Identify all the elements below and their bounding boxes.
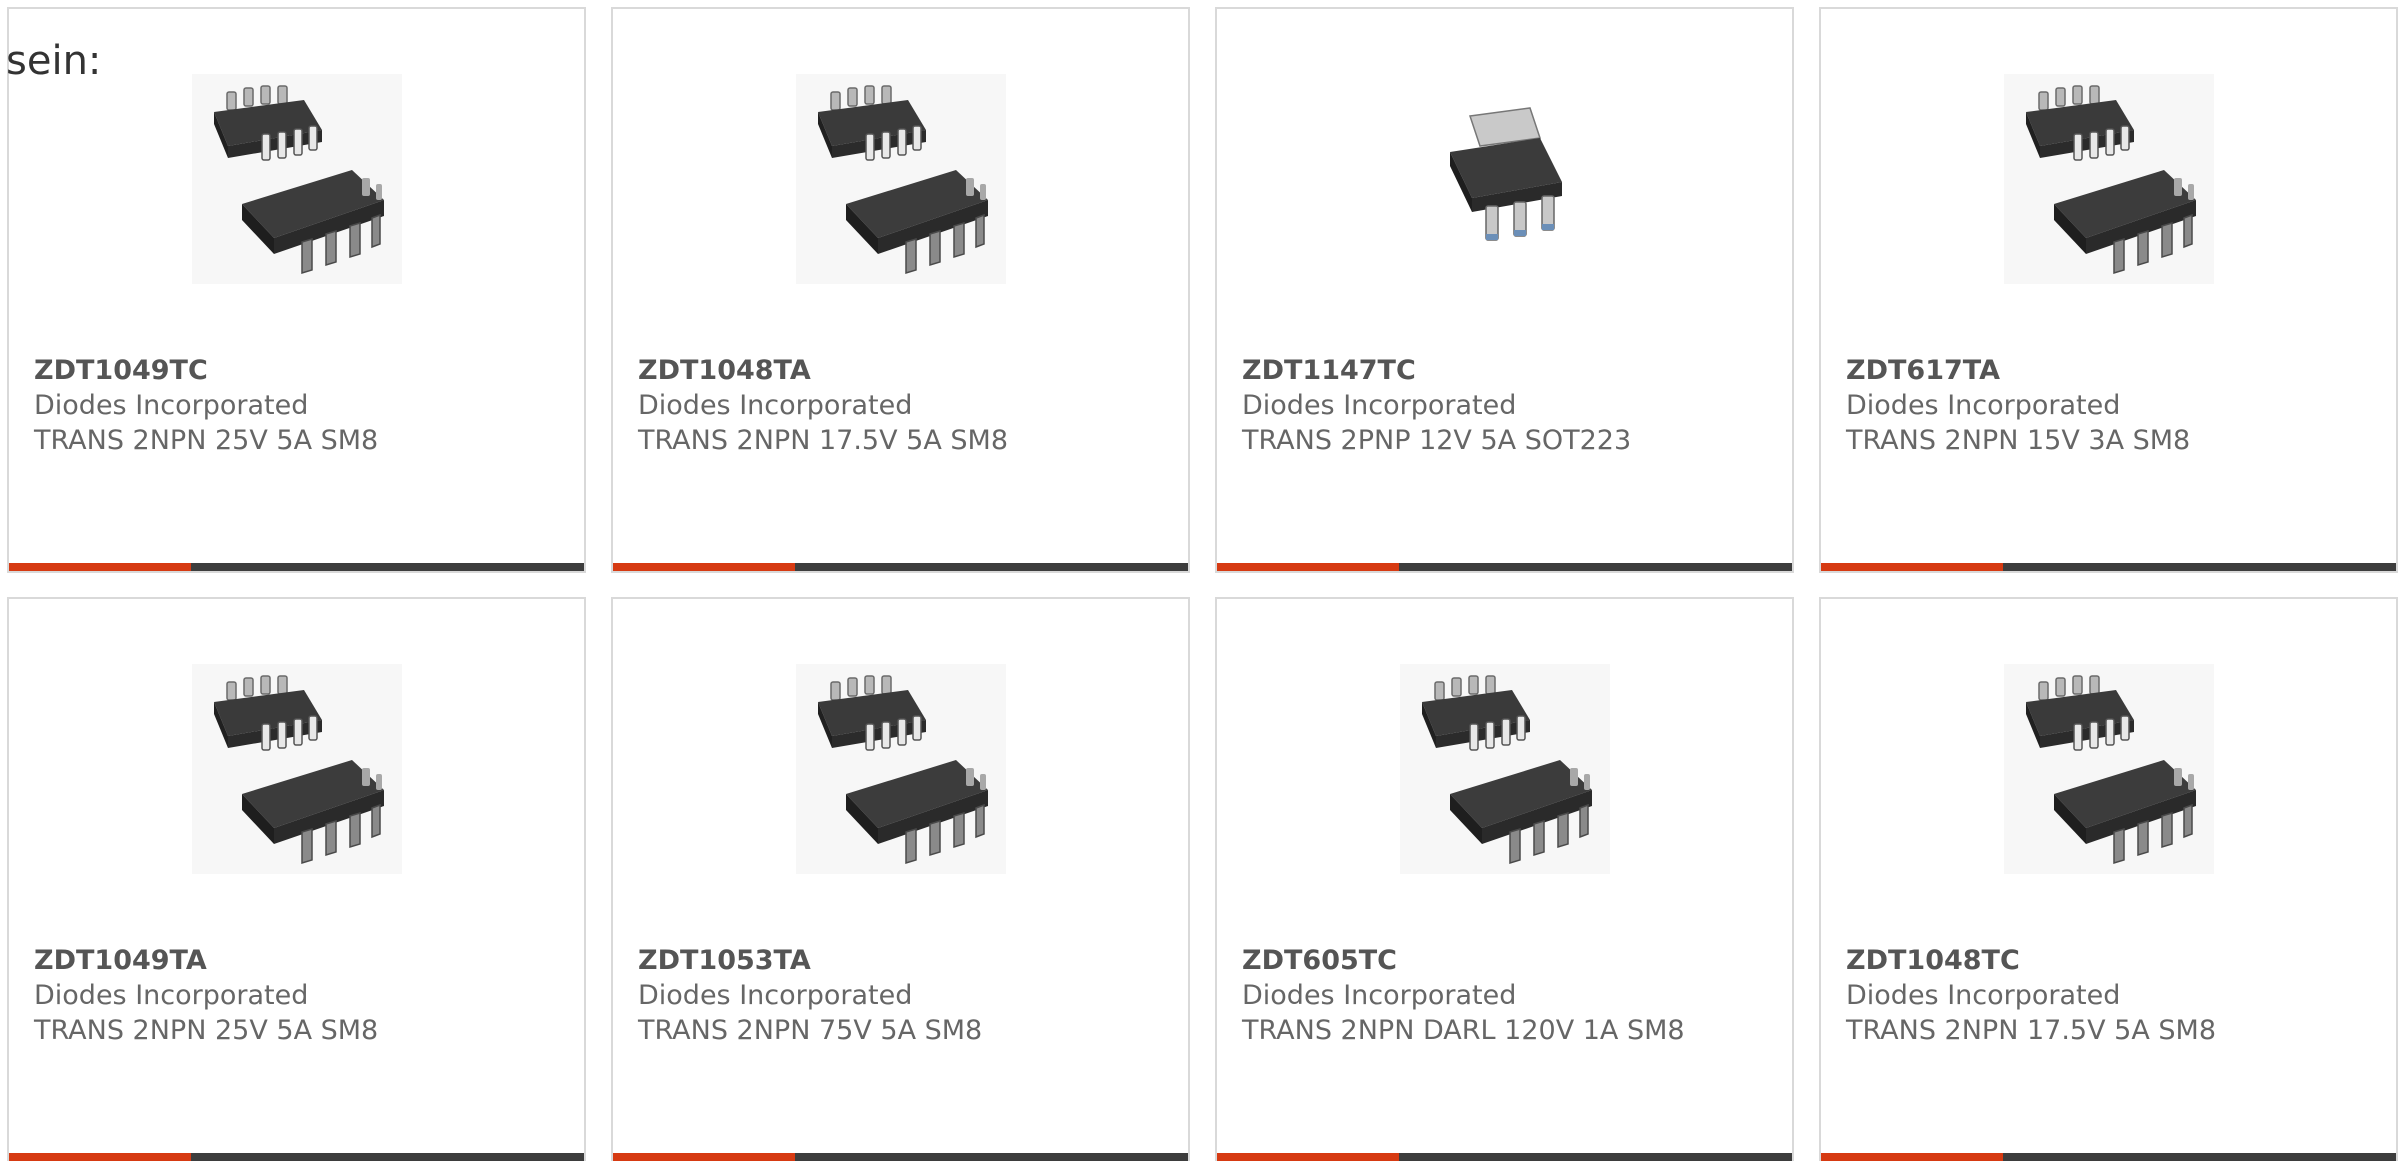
card-bar-accent [613, 1153, 795, 1161]
product-image[interactable] [613, 659, 1188, 879]
sm8-chip-icon [795, 74, 1006, 284]
sm8-chip-icon [191, 74, 402, 284]
product-description: TRANS 2PNP 12V 5A SOT223 [1242, 425, 1632, 456]
card-bottom-bar [1821, 1153, 2396, 1161]
card-bottom-bar [613, 1153, 1188, 1161]
product-image[interactable] [9, 659, 584, 879]
card-bar-accent [9, 563, 191, 571]
product-description: TRANS 2NPN 15V 3A SM8 [1846, 425, 2191, 456]
card-bottom-bar [1217, 1153, 1792, 1161]
card-bottom-bar [1821, 563, 2396, 571]
card-bar-accent [613, 563, 795, 571]
part-number-link[interactable]: ZDT1147TC [1242, 353, 1772, 388]
sm8-chip-icon [2003, 74, 2214, 284]
product-card[interactable]: ZDT605TC Diodes Incorporated TRANS 2NPN … [1215, 597, 1794, 1161]
card-bottom-bar [9, 1153, 584, 1161]
card-bar-accent [1217, 1153, 1399, 1161]
product-description: TRANS 2NPN DARL 120V 1A SM8 [1242, 1015, 1685, 1046]
product-grid-page: sein: ZDT1049TC Diodes Incorporated TRAN… [0, 0, 2400, 1161]
card-bar-accent [9, 1153, 191, 1161]
card-bottom-bar [613, 563, 1188, 571]
part-number-link[interactable]: ZDT1053TA [638, 943, 1168, 978]
product-info: ZDT1053TA Diodes Incorporated TRANS 2NPN… [638, 943, 1168, 1048]
manufacturer-name: Diodes Incorporated [1846, 980, 2121, 1011]
card-bar-accent [1217, 563, 1399, 571]
product-image[interactable] [1217, 69, 1792, 289]
part-number-link[interactable]: ZDT1049TA [34, 943, 564, 978]
product-description: TRANS 2NPN 75V 5A SM8 [638, 1015, 983, 1046]
card-bottom-bar [9, 563, 584, 571]
product-image[interactable] [9, 69, 584, 289]
product-image[interactable] [1217, 659, 1792, 879]
sm8-chip-icon [795, 664, 1006, 874]
product-card[interactable]: ZDT1053TA Diodes Incorporated TRANS 2NPN… [611, 597, 1190, 1161]
product-description: TRANS 2NPN 25V 5A SM8 [34, 1015, 379, 1046]
product-info: ZDT1049TA Diodes Incorporated TRANS 2NPN… [34, 943, 564, 1048]
card-bar-accent [1821, 563, 2003, 571]
manufacturer-name: Diodes Incorporated [1846, 390, 2121, 421]
product-description: TRANS 2NPN 17.5V 5A SM8 [1846, 1015, 2216, 1046]
manufacturer-name: Diodes Incorporated [638, 390, 913, 421]
manufacturer-name: Diodes Incorporated [638, 980, 913, 1011]
sm8-chip-icon [1399, 664, 1610, 874]
product-info: ZDT605TC Diodes Incorporated TRANS 2NPN … [1242, 943, 1772, 1048]
product-info: ZDT617TA Diodes Incorporated TRANS 2NPN … [1846, 353, 2376, 458]
sot223-chip-icon [1399, 74, 1610, 284]
product-card[interactable]: ZDT1049TC Diodes Incorporated TRANS 2NPN… [7, 7, 586, 573]
part-number-link[interactable]: ZDT605TC [1242, 943, 1772, 978]
product-image[interactable] [1821, 659, 2396, 879]
product-card[interactable]: ZDT1048TA Diodes Incorporated TRANS 2NPN… [611, 7, 1190, 573]
intro-text: sein: [6, 38, 102, 84]
manufacturer-name: Diodes Incorporated [1242, 980, 1517, 1011]
product-info: ZDT1048TA Diodes Incorporated TRANS 2NPN… [638, 353, 1168, 458]
product-card[interactable]: ZDT1147TC Diodes Incorporated TRANS 2PNP… [1215, 7, 1794, 573]
product-description: TRANS 2NPN 17.5V 5A SM8 [638, 425, 1008, 456]
part-number-link[interactable]: ZDT1048TA [638, 353, 1168, 388]
product-image[interactable] [1821, 69, 2396, 289]
manufacturer-name: Diodes Incorporated [34, 980, 309, 1011]
card-bar-accent [1821, 1153, 2003, 1161]
product-card[interactable]: ZDT1048TC Diodes Incorporated TRANS 2NPN… [1819, 597, 2398, 1161]
part-number-link[interactable]: ZDT1048TC [1846, 943, 2376, 978]
manufacturer-name: Diodes Incorporated [1242, 390, 1517, 421]
product-card[interactable]: ZDT617TA Diodes Incorporated TRANS 2NPN … [1819, 7, 2398, 573]
manufacturer-name: Diodes Incorporated [34, 390, 309, 421]
product-image[interactable] [613, 69, 1188, 289]
product-info: ZDT1048TC Diodes Incorporated TRANS 2NPN… [1846, 943, 2376, 1048]
sm8-chip-icon [2003, 664, 2214, 874]
product-info: ZDT1049TC Diodes Incorporated TRANS 2NPN… [34, 353, 564, 458]
part-number-link[interactable]: ZDT617TA [1846, 353, 2376, 388]
product-description: TRANS 2NPN 25V 5A SM8 [34, 425, 379, 456]
product-card[interactable]: ZDT1049TA Diodes Incorporated TRANS 2NPN… [7, 597, 586, 1161]
card-bottom-bar [1217, 563, 1792, 571]
product-info: ZDT1147TC Diodes Incorporated TRANS 2PNP… [1242, 353, 1772, 458]
part-number-link[interactable]: ZDT1049TC [34, 353, 564, 388]
sm8-chip-icon [191, 664, 402, 874]
